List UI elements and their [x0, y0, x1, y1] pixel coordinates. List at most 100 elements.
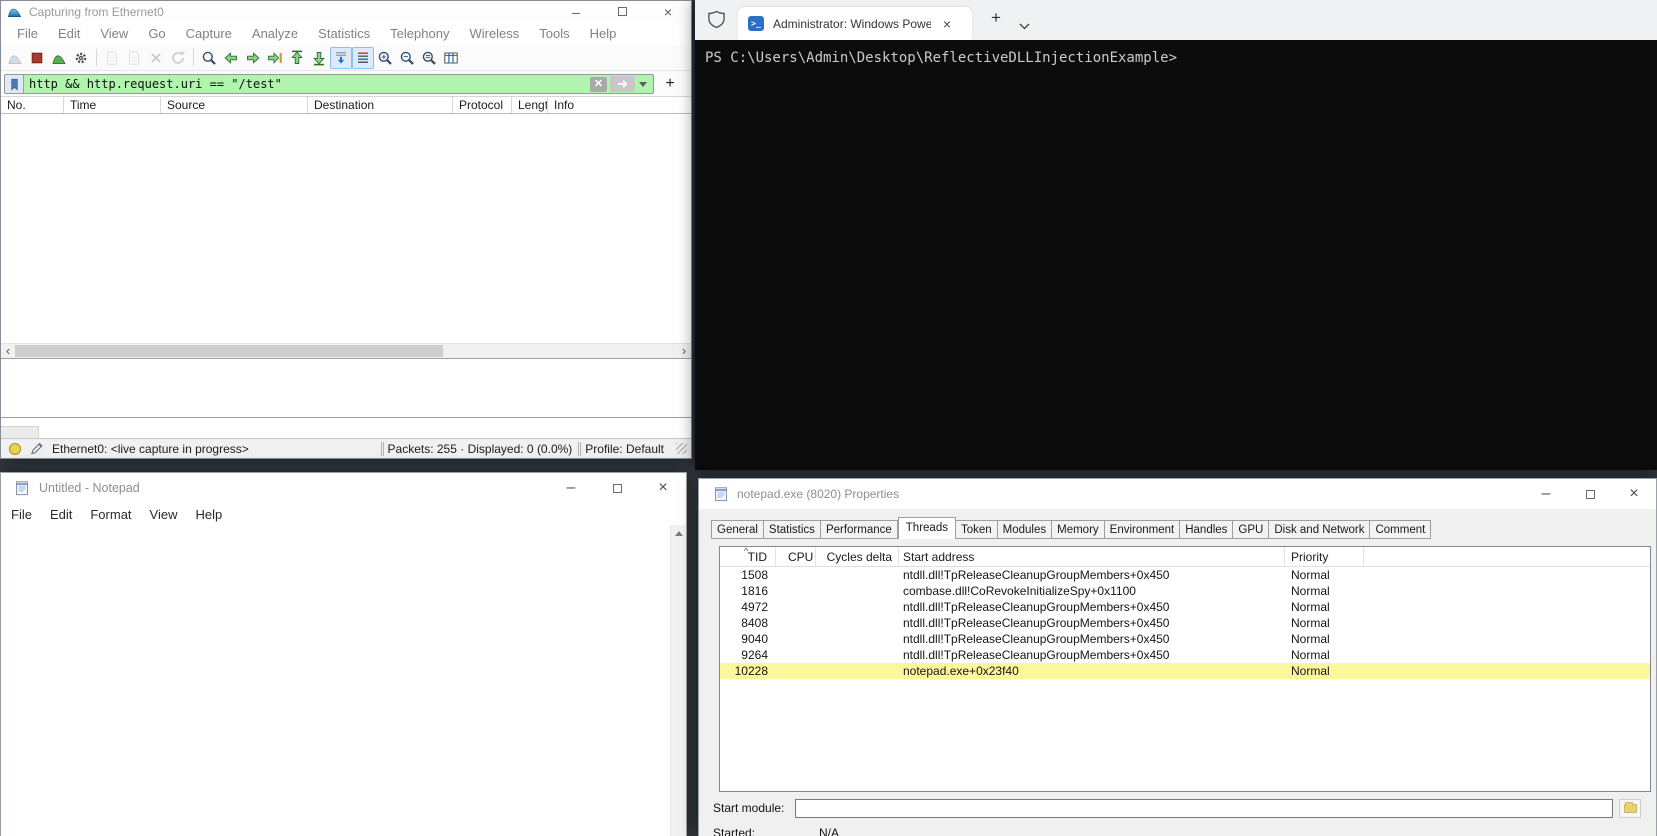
- packet-bytes-tab[interactable]: [1, 426, 39, 438]
- minimize-button[interactable]: –: [1524, 479, 1568, 509]
- zoom-in-icon[interactable]: +: [374, 47, 396, 69]
- menu-item-help[interactable]: Help: [186, 507, 231, 522]
- thread-row[interactable]: 1816combase.dll!CoRevokeInitializeSpy+0x…: [720, 583, 1650, 599]
- zoom-out-icon[interactable]: −: [396, 47, 418, 69]
- maximize-button[interactable]: [594, 473, 640, 503]
- next-packet-icon[interactable]: [242, 47, 264, 69]
- menu-item-file[interactable]: File: [2, 507, 41, 522]
- thread-row[interactable]: 10228notepad.exe+0x23f40Normal: [720, 663, 1650, 679]
- thread-row[interactable]: 9264ntdll.dll!TpReleaseCleanupGroupMembe…: [720, 647, 1650, 663]
- filter-add-button[interactable]: +: [661, 74, 679, 94]
- close-button[interactable]: ×: [1612, 479, 1656, 509]
- tab-general[interactable]: General: [711, 520, 764, 539]
- zoom-reset-icon[interactable]: =: [418, 47, 440, 69]
- maximize-button[interactable]: [1568, 479, 1612, 509]
- menu-item-wireless[interactable]: Wireless: [459, 26, 529, 41]
- open-file-icon[interactable]: [101, 47, 123, 69]
- capture-options-icon[interactable]: [70, 47, 92, 69]
- previous-packet-icon[interactable]: [220, 47, 242, 69]
- notepad-text-area[interactable]: [1, 525, 686, 836]
- column-header-protocol[interactable]: Protocol: [453, 97, 512, 113]
- save-file-icon[interactable]: [123, 47, 145, 69]
- vertical-scrollbar[interactable]: [670, 525, 686, 836]
- last-packet-icon[interactable]: [308, 47, 330, 69]
- menu-item-view[interactable]: View: [141, 507, 187, 522]
- tab-dropdown-icon[interactable]: [1019, 17, 1030, 35]
- filter-apply-icon[interactable]: ➜: [610, 76, 635, 92]
- filter-bookmark-icon[interactable]: [5, 75, 24, 93]
- reload-file-icon[interactable]: [167, 47, 189, 69]
- column-header-priority[interactable]: Priority: [1285, 547, 1364, 566]
- column-header-info[interactable]: Info: [548, 97, 691, 113]
- scroll-right-icon[interactable]: ›: [677, 344, 691, 358]
- scrollbar-thumb[interactable]: [15, 345, 443, 357]
- tab-statistics[interactable]: Statistics: [764, 520, 821, 539]
- column-header-source[interactable]: Source: [161, 97, 308, 113]
- packet-bytes-pane[interactable]: [1, 417, 691, 438]
- display-filter-input[interactable]: http && http.request.uri == "/test" ✕ ➜: [4, 74, 654, 94]
- thread-row[interactable]: 1508ntdll.dll!TpReleaseCleanupGroupMembe…: [720, 567, 1650, 583]
- expert-info-icon[interactable]: [29, 441, 44, 456]
- menu-item-format[interactable]: Format: [81, 507, 140, 522]
- menu-item-capture[interactable]: Capture: [176, 26, 242, 41]
- menu-item-view[interactable]: View: [90, 26, 138, 41]
- restart-capture-icon[interactable]: [48, 47, 70, 69]
- menu-item-telephony[interactable]: Telephony: [380, 26, 459, 41]
- resize-grip[interactable]: [676, 443, 687, 454]
- auto-scroll-icon[interactable]: [330, 47, 352, 69]
- tab-performance[interactable]: Performance: [821, 520, 898, 539]
- start-capture-icon[interactable]: [4, 47, 26, 69]
- tab-disk-and-network[interactable]: Disk and Network: [1269, 520, 1370, 539]
- tab-handles[interactable]: Handles: [1180, 520, 1233, 539]
- menu-item-edit[interactable]: Edit: [41, 507, 81, 522]
- tab-token[interactable]: Token: [956, 520, 998, 539]
- maximize-button[interactable]: [599, 1, 645, 22]
- close-button[interactable]: ×: [645, 1, 691, 22]
- find-packet-icon[interactable]: [198, 47, 220, 69]
- packet-details-pane[interactable]: [1, 358, 691, 417]
- scroll-left-icon[interactable]: ‹: [1, 344, 15, 358]
- thread-row[interactable]: 4972ntdll.dll!TpReleaseCleanupGroupMembe…: [720, 599, 1650, 615]
- minimize-button[interactable]: –: [553, 1, 599, 22]
- column-header-cpu[interactable]: CPU: [776, 547, 816, 566]
- filter-text[interactable]: http && http.request.uri == "/test": [24, 77, 590, 91]
- column-header-tid[interactable]: TID^: [720, 547, 776, 566]
- stop-capture-icon[interactable]: [26, 47, 48, 69]
- new-tab-button[interactable]: +: [985, 8, 1007, 28]
- tab-comment[interactable]: Comment: [1370, 520, 1431, 539]
- horizontal-scrollbar[interactable]: ‹ ›: [1, 343, 691, 358]
- terminal-output[interactable]: PS C:\Users\Admin\Desktop\ReflectiveDLLI…: [695, 40, 1657, 66]
- resize-columns-icon[interactable]: [440, 47, 462, 69]
- minimize-button[interactable]: –: [548, 473, 594, 503]
- filter-clear-icon[interactable]: ✕: [590, 77, 607, 92]
- scroll-up-icon[interactable]: [675, 531, 683, 536]
- column-header-length[interactable]: Length: [512, 97, 548, 113]
- terminal-tab[interactable]: >_ Administrator: Windows Powe ×: [738, 7, 972, 40]
- start-module-input[interactable]: [795, 799, 1613, 818]
- menu-item-help[interactable]: Help: [580, 26, 627, 41]
- tab-memory[interactable]: Memory: [1052, 520, 1105, 539]
- column-header-cycles-delta[interactable]: Cycles delta: [816, 547, 899, 566]
- menu-item-go[interactable]: Go: [138, 26, 175, 41]
- tab-close-icon[interactable]: ×: [937, 16, 957, 32]
- column-header-time[interactable]: Time: [64, 97, 161, 113]
- colorize-icon[interactable]: [352, 47, 374, 69]
- packet-list-pane[interactable]: [1, 114, 691, 343]
- tab-environment[interactable]: Environment: [1105, 520, 1181, 539]
- browse-start-module-button[interactable]: [1619, 799, 1641, 818]
- close-file-icon[interactable]: [145, 47, 167, 69]
- column-header-destination[interactable]: Destination: [308, 97, 453, 113]
- goto-packet-icon[interactable]: [264, 47, 286, 69]
- close-button[interactable]: ×: [640, 473, 686, 503]
- thread-row[interactable]: 8408ntdll.dll!TpReleaseCleanupGroupMembe…: [720, 615, 1650, 631]
- column-header-start-address[interactable]: Start address: [899, 547, 1285, 566]
- menu-item-statistics[interactable]: Statistics: [308, 26, 380, 41]
- menu-item-edit[interactable]: Edit: [48, 26, 90, 41]
- tab-modules[interactable]: Modules: [998, 520, 1052, 539]
- profile-text[interactable]: Profile: Default: [585, 442, 664, 456]
- column-header-no[interactable]: No.: [1, 97, 64, 113]
- thread-row[interactable]: 9040ntdll.dll!TpReleaseCleanupGroupMembe…: [720, 631, 1650, 647]
- filter-dropdown-icon[interactable]: [639, 82, 647, 87]
- tab-threads[interactable]: Threads: [898, 517, 956, 539]
- tab-gpu[interactable]: GPU: [1233, 520, 1269, 539]
